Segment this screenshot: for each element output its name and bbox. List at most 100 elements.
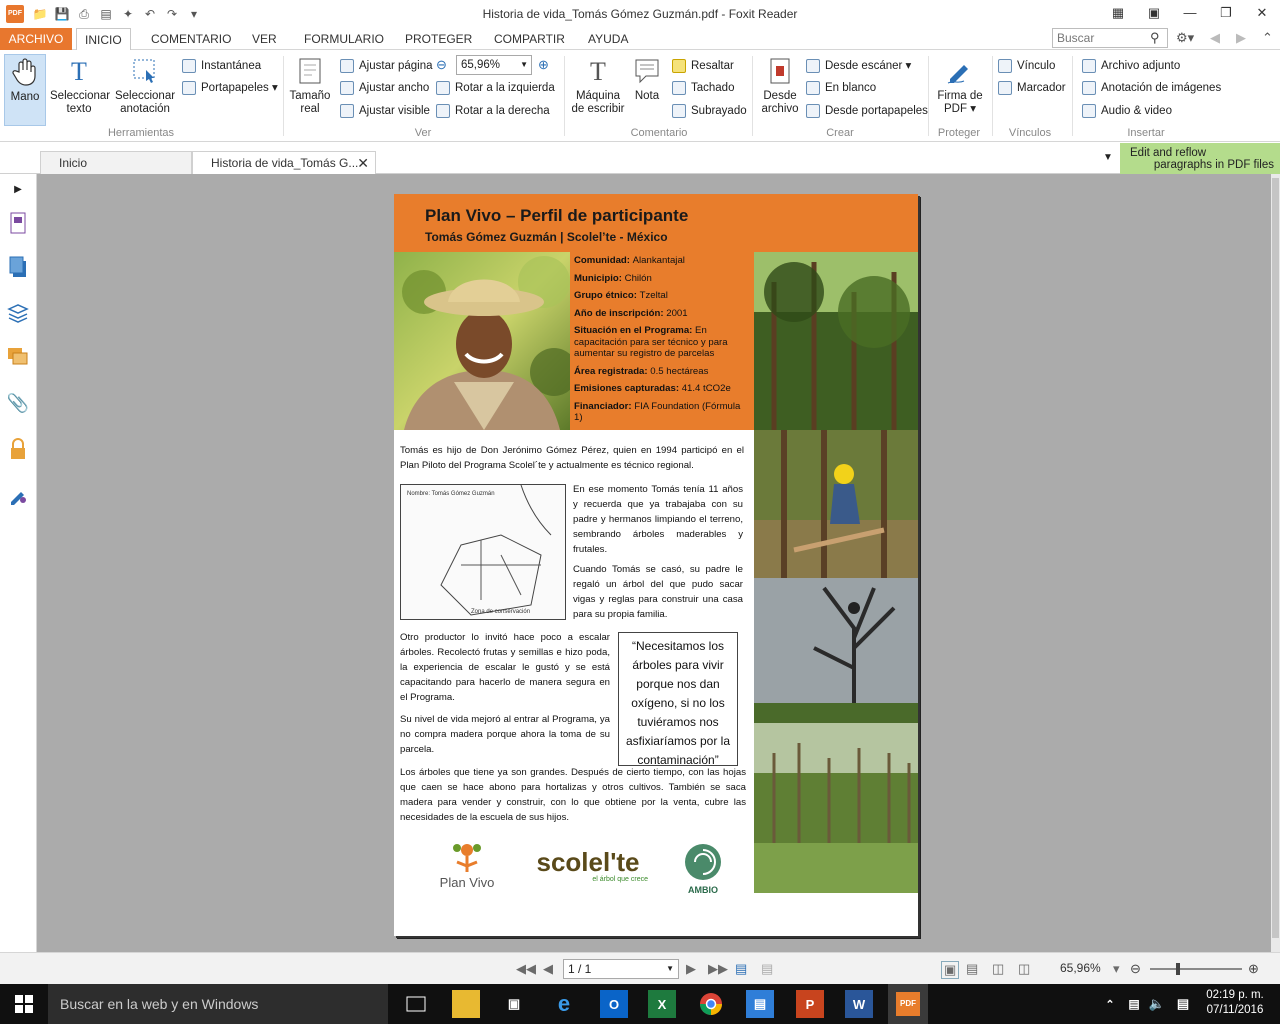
tab-document[interactable]: Historia de vida_Tomás G... ✕ <box>192 151 376 174</box>
contacts-icon[interactable]: ▤ <box>746 990 774 1018</box>
page-number-input[interactable]: 1 / 1 ▼ <box>563 959 679 979</box>
zoom-out-icon[interactable]: ⊖ <box>436 57 447 73</box>
volume-icon[interactable]: 🔈 <box>1148 990 1166 1018</box>
taskbar-search-input[interactable]: Buscar en la web y en Windows <box>48 984 388 1024</box>
underline-button[interactable]: Subrayado <box>672 101 747 121</box>
strikeout-button[interactable]: Tachado <box>672 78 734 98</box>
security-lock-icon[interactable] <box>7 438 29 460</box>
first-page-icon[interactable]: ◀◀ <box>516 961 536 977</box>
tab-comentario[interactable]: COMENTARIO <box>143 28 239 50</box>
rotate-right-button[interactable]: Rotar a la derecha <box>436 101 550 121</box>
next-view-icon[interactable]: ▤ <box>761 961 773 977</box>
select-annotation-button[interactable]: Seleccionar anotación <box>114 54 176 126</box>
task-view-icon[interactable] <box>402 990 430 1018</box>
internet-explorer-icon[interactable]: e <box>550 990 578 1018</box>
tab-formulario[interactable]: FORMULARIO <box>296 28 392 50</box>
grid-icon[interactable]: ▦ <box>1100 0 1136 26</box>
continuous-page-icon[interactable]: ▤ <box>966 961 978 977</box>
facing-page-icon[interactable]: ◫ <box>992 961 1004 977</box>
tab-home[interactable]: Inicio <box>40 151 192 174</box>
zoom-dropdown-icon[interactable]: ▾ <box>1113 961 1120 977</box>
fit-page-button[interactable]: Ajustar página <box>340 56 433 76</box>
last-page-icon[interactable]: ▶▶ <box>708 961 728 977</box>
excel-icon[interactable]: X <box>648 990 676 1018</box>
minimize-button[interactable]: — <box>1172 0 1208 26</box>
file-explorer-icon[interactable] <box>452 990 480 1018</box>
previous-page-icon[interactable]: ◀ <box>543 961 553 977</box>
word-icon[interactable]: W <box>845 990 873 1018</box>
reflow-ad-banner[interactable]: Edit and reflow paragraphs in PDF files <box>1120 143 1280 174</box>
attachments-icon[interactable]: 📎 <box>7 392 29 414</box>
from-scanner-button[interactable]: Desde escáner ▾ <box>806 56 911 76</box>
tab-archivo[interactable]: ARCHIVO <box>0 28 72 50</box>
typewriter-button[interactable]: T Máquina de escribir <box>570 54 626 126</box>
partner-logos: Plan Vivo scolel'te el árbol que crece A… <box>424 842 754 898</box>
vertical-scrollbar[interactable] <box>1271 174 1280 952</box>
bookmark-button[interactable]: Marcador <box>998 78 1066 98</box>
close-button[interactable]: ✕ <box>1244 0 1280 26</box>
scrollbar-thumb[interactable] <box>1272 178 1279 938</box>
tab-inicio[interactable]: INICIO <box>76 28 131 51</box>
restore-button[interactable]: ❐ <box>1208 0 1244 26</box>
clipboard-label: Portapapeles <box>201 82 269 94</box>
taskbar-clock[interactable]: 02:19 p. m. 07/11/2016 <box>1202 988 1268 1018</box>
actual-size-button[interactable]: Tamaño real <box>288 54 332 126</box>
collapse-ribbon-icon[interactable]: ⌃ <box>1262 30 1273 46</box>
snapshot-button[interactable]: Instantánea <box>182 56 261 76</box>
network-icon[interactable]: ▤ <box>1124 990 1144 1018</box>
pages-icon[interactable] <box>7 256 29 278</box>
attachment-button[interactable]: Archivo adjunto <box>1082 56 1180 76</box>
powerpoint-icon[interactable]: P <box>796 990 824 1018</box>
expand-panel-icon[interactable]: ▶ <box>7 178 29 200</box>
zoom-select[interactable]: 65,96% ▼ <box>456 55 532 75</box>
rotate-left-button[interactable]: Rotar a la izquierda <box>436 78 555 98</box>
foxit-taskbar-button[interactable]: PDF <box>888 984 928 1024</box>
tab-compartir[interactable]: COMPARTIR <box>486 28 573 50</box>
note-button[interactable]: Nota <box>630 54 664 126</box>
layers-icon[interactable] <box>7 302 29 324</box>
tab-proteger[interactable]: PROTEGER <box>397 28 480 50</box>
single-page-icon[interactable]: ▣ <box>941 961 960 979</box>
signature-icon[interactable] <box>7 484 29 506</box>
zoom-slider[interactable] <box>1150 963 1242 975</box>
audio-video-button[interactable]: Audio & video <box>1082 101 1172 121</box>
show-hidden-icons-icon[interactable]: ⌃ <box>1102 990 1118 1018</box>
zoom-slider-knob[interactable] <box>1176 963 1180 975</box>
fit-visible-button[interactable]: Ajustar visible <box>340 101 430 121</box>
comments-icon[interactable] <box>7 346 29 368</box>
chrome-icon[interactable] <box>697 990 725 1018</box>
windows-start-icon[interactable] <box>10 990 38 1018</box>
from-file-button[interactable]: Desde archivo <box>758 54 802 126</box>
tab-ver[interactable]: VER <box>244 28 285 50</box>
outlook-icon[interactable]: O <box>600 990 628 1018</box>
info-label: Financiador <box>574 400 629 412</box>
hand-tool-button[interactable]: Mano <box>4 54 46 126</box>
foxit-taskbar-icon: PDF <box>896 992 920 1016</box>
select-text-button[interactable]: T Seleccionar texto <box>50 54 110 126</box>
page-thumbnail-icon[interactable] <box>7 212 29 234</box>
close-tab-icon[interactable]: ✕ <box>357 152 369 174</box>
next-page-icon[interactable]: ▶ <box>686 961 696 977</box>
action-center-icon[interactable]: ▤ <box>1172 990 1194 1018</box>
previous-view-icon[interactable]: ▤ <box>735 961 747 977</box>
search-icon[interactable]: ⚲ <box>1150 30 1160 46</box>
image-annotation-button[interactable]: Anotación de imágenes <box>1082 78 1221 98</box>
fit-width-button[interactable]: Ajustar ancho <box>340 78 429 98</box>
link-button[interactable]: Vínculo <box>998 56 1055 76</box>
highlight-button[interactable]: Resaltar <box>672 56 734 76</box>
prev-result-icon[interactable]: ◀ <box>1210 30 1220 46</box>
sign-pdf-button[interactable]: Firma de PDF ▾ <box>934 54 986 126</box>
from-clipboard-button[interactable]: Desde portapapeles <box>806 101 928 121</box>
settings-gear-icon[interactable]: ⚙▾ <box>1176 30 1194 46</box>
continuous-facing-icon[interactable]: ◫ <box>1018 961 1030 977</box>
store-icon[interactable]: ▣ <box>500 990 528 1018</box>
tab-list-dropdown-icon[interactable]: ▼ <box>1103 152 1113 163</box>
ribbon-toggle-icon[interactable]: ▣ <box>1136 0 1172 26</box>
blank-button[interactable]: En blanco <box>806 78 876 98</box>
status-zoom-out-icon[interactable]: ⊖ <box>1130 961 1141 977</box>
status-zoom-in-icon[interactable]: ⊕ <box>1248 961 1259 977</box>
next-result-icon[interactable]: ▶ <box>1236 30 1246 46</box>
zoom-in-icon[interactable]: ⊕ <box>538 57 549 73</box>
clipboard-button[interactable]: Portapapeles ▾ <box>182 78 278 98</box>
tab-ayuda[interactable]: AYUDA <box>580 28 636 50</box>
